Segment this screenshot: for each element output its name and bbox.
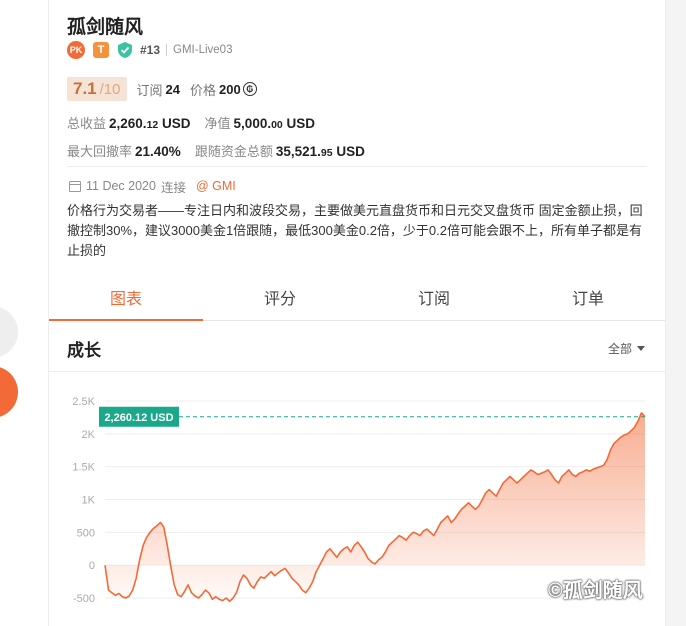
strategy-name: 孤剑随风: [67, 17, 144, 38]
nav-circle-button-active[interactable]: [0, 366, 18, 418]
score-row: 7.1 /10 订阅 24 价格 200 ₲: [67, 77, 257, 101]
total-profit-label: 总收益: [67, 116, 107, 131]
score-value: 7.1: [73, 79, 97, 98]
connection-label: 连接: [160, 180, 186, 195]
follow-funds-label: 跟随资金总额: [194, 144, 273, 159]
y-tick-label: 1.5K: [72, 462, 95, 474]
max-drawdown-value: 21.40%: [135, 144, 181, 159]
chevron-down-icon: [637, 346, 645, 351]
y-tick-label: 1K: [82, 495, 96, 507]
growth-header: 成长 全部: [49, 321, 665, 372]
current-value-label: 2,260.12 USD: [104, 412, 173, 424]
total-profit-value: 2,260.12 USD: [109, 116, 191, 131]
follow-funds-value: 35,521.95 USD: [275, 144, 365, 159]
y-tick-label: -500: [73, 593, 95, 605]
coin-icon: ₲: [242, 82, 257, 96]
subscribe-label: 订阅: [136, 82, 163, 98]
pk-flame-icon: PK: [67, 41, 85, 59]
left-panel: [0, 0, 48, 626]
nav-circle-button[interactable]: [0, 306, 18, 358]
connection-row: 11 Dec 2020 连接 @ GMI: [69, 177, 236, 195]
strategy-description: 价格行为交易者——专注日内和波段交易，主要做美元直盘货币和日元交叉盘货币 固定金…: [67, 203, 643, 258]
calendar-icon: [69, 180, 81, 192]
growth-title: 成长: [67, 341, 101, 360]
score-badge: 7.1 /10: [67, 77, 127, 101]
tab-chart[interactable]: 图表: [49, 274, 203, 321]
score-max: /10: [99, 81, 121, 98]
price-label: 价格: [189, 82, 216, 98]
stats-row-2: 最大回撤率 21.40% 跟随资金总额 35,521.95 USD: [67, 141, 365, 161]
range-dropdown[interactable]: 全部: [608, 340, 645, 357]
divider: [67, 166, 647, 167]
tab-rating[interactable]: 评分: [203, 274, 357, 320]
connection-date: 11 Dec 2020: [86, 179, 156, 193]
subscribe-count: 24: [165, 81, 180, 97]
rank-number: #13: [140, 43, 161, 57]
y-tick-label: 500: [77, 527, 95, 539]
price-value: 200: [219, 81, 241, 97]
stats-row-1: 总收益 2,260.12 USD 净值 5,000.00 USD: [67, 113, 315, 133]
tab-bar: 图表 评分 订阅 订单: [49, 274, 665, 321]
server-name: GMI-Live03: [173, 44, 233, 56]
separator: [166, 44, 168, 56]
tab-orders[interactable]: 订单: [511, 274, 665, 320]
badges-row: PK T #13 GMI-Live03: [67, 40, 232, 60]
net-value: 5,000.00 USD: [233, 116, 316, 131]
range-label: 全部: [607, 342, 632, 356]
y-tick-label: 0: [89, 560, 95, 572]
t-badge-icon: T: [93, 42, 109, 58]
tab-subscribe[interactable]: 订阅: [357, 274, 511, 320]
y-tick-label: 2K: [82, 429, 96, 441]
watermark: ©孤剑随风: [548, 580, 643, 602]
shield-check-icon: [117, 41, 133, 59]
net-value-label: 净值: [204, 116, 231, 131]
strategy-card: 孤剑随风 PK T #13 GMI-Live03 7.1 /10 订阅 24 价…: [48, 0, 666, 626]
max-drawdown-label: 最大回撤率: [67, 144, 133, 159]
broker-link[interactable]: @ GMI: [196, 179, 236, 193]
y-tick-label: 2.5K: [72, 396, 95, 408]
